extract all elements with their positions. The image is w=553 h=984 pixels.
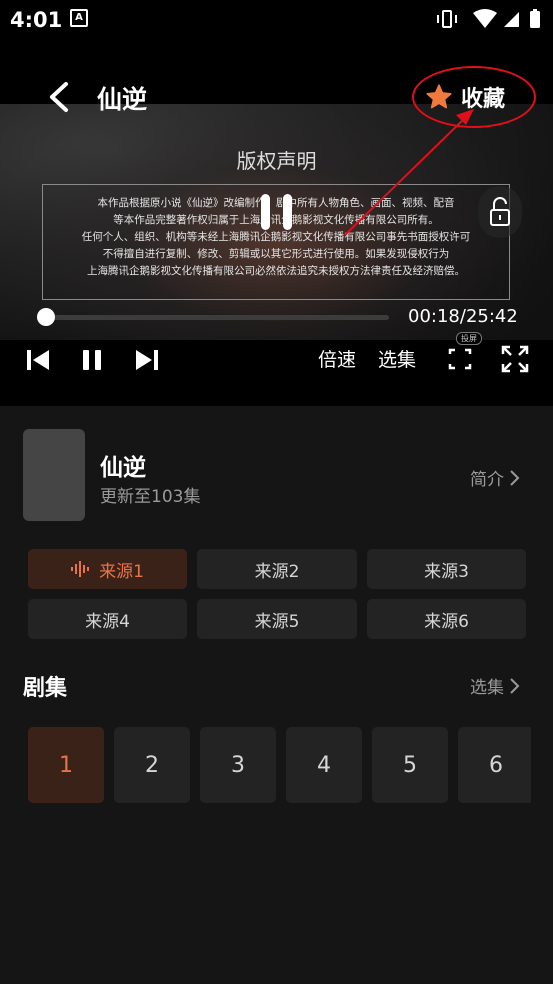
system-status-icons: [437, 9, 540, 28]
episode-button[interactable]: 5: [372, 727, 448, 803]
episode-list: 1 2 3 4 5 6: [28, 727, 531, 803]
annotation-ellipse: [412, 66, 536, 128]
pause-overlay-icon[interactable]: [258, 192, 298, 232]
previous-episode-icon[interactable]: [26, 344, 50, 376]
intro-link[interactable]: 简介: [470, 465, 520, 490]
chevron-right-icon: [510, 469, 520, 486]
source-button-2[interactable]: 来源2: [197, 549, 357, 589]
show-name: 仙逆: [100, 455, 146, 481]
episode-button[interactable]: 6: [458, 727, 531, 803]
cast-tag: 投屏: [456, 332, 482, 345]
poster-thumbnail[interactable]: [23, 429, 85, 521]
episode-button[interactable]: 3: [200, 727, 276, 803]
episodes-section-title: 剧集: [23, 676, 68, 701]
source-label: 来源1: [99, 561, 144, 582]
intro-label: 简介: [470, 470, 504, 490]
playback-speed-button[interactable]: 倍速: [318, 345, 356, 372]
source-label: 来源3: [424, 561, 469, 582]
cast-screen-icon[interactable]: [446, 344, 474, 374]
select-label: 选集: [470, 678, 504, 698]
source-button-6[interactable]: 来源6: [367, 599, 526, 639]
update-status: 更新至103集: [100, 487, 201, 507]
lock-button[interactable]: [478, 186, 522, 238]
source-button-1[interactable]: 来源1: [28, 549, 187, 589]
notice-line: 不得擅自进行复制、修改、剪辑或以其它形式进行使用。如果发现侵权行为: [102, 248, 450, 260]
source-button-4[interactable]: 来源4: [28, 599, 187, 639]
pause-icon[interactable]: [80, 344, 104, 376]
copyright-notice-title: 版权声明: [236, 149, 317, 173]
episode-select-link[interactable]: 选集: [470, 673, 520, 698]
unlock-icon: [490, 197, 510, 226]
source-grid: 来源1 来源2 来源3 来源4 来源5 来源6: [28, 549, 526, 639]
episode-button[interactable]: 4: [286, 727, 362, 803]
source-label: 来源5: [254, 611, 300, 632]
notification-icon: A: [70, 9, 88, 27]
source-button-5[interactable]: 来源5: [197, 599, 357, 639]
video-title: 仙逆: [97, 85, 148, 114]
status-time: 4:01: [10, 8, 63, 32]
audio-wave-icon: [71, 561, 90, 577]
source-label: 来源4: [85, 611, 130, 632]
notice-line: 上海腾讯企鹅影视文化传播有限公司必然依法追究未授权方法律责任及经济赔偿。: [87, 265, 465, 277]
episode-select-button[interactable]: 选集: [378, 345, 416, 372]
source-label: 来源2: [254, 561, 300, 582]
source-label: 来源6: [424, 611, 469, 632]
progress-track[interactable]: [42, 315, 389, 320]
chevron-right-icon: [510, 677, 520, 694]
fullscreen-icon[interactable]: [500, 344, 530, 374]
progress-time: 00:18/25:42: [408, 306, 518, 327]
source-button-3[interactable]: 来源3: [367, 549, 526, 589]
next-episode-icon[interactable]: [135, 344, 159, 376]
episode-button[interactable]: 1: [28, 727, 104, 803]
episode-button[interactable]: 2: [114, 727, 190, 803]
back-arrow-icon[interactable]: [44, 80, 76, 114]
